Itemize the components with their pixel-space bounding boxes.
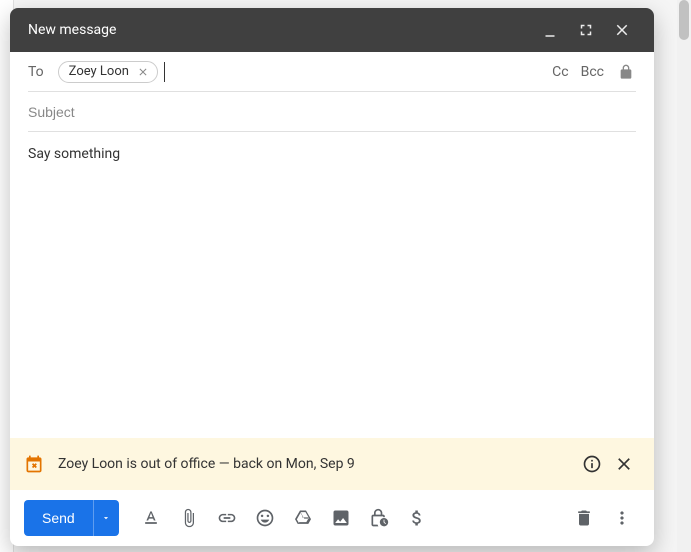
compose-window: New message To Zoey Loon Cc Bcc [10,8,654,546]
insert-link-button[interactable] [209,500,245,536]
link-icon [217,508,237,528]
titlebar: New message [10,8,654,52]
text-format-icon [141,508,161,528]
subject-field-row[interactable] [28,92,636,132]
body-text: Say something [28,146,120,162]
out-of-office-banner: Zoey Loon is out of office — back on Mon… [10,438,654,490]
minimize-button[interactable] [532,12,568,48]
chip-remove-button[interactable] [135,64,151,80]
scrollbar-thumb[interactable] [679,0,689,40]
attach-file-button[interactable] [171,500,207,536]
to-field-row[interactable]: To Zoey Loon Cc Bcc [28,52,636,92]
recipient-chip[interactable]: Zoey Loon [58,61,158,83]
more-vert-icon [612,508,632,528]
banner-text: Zoey Loon is out of office — back on Mon… [58,456,576,472]
fullscreen-button[interactable] [568,12,604,48]
emoji-icon [255,508,275,528]
subject-input[interactable] [28,100,636,124]
close-icon [613,21,631,39]
compose-toolbar: Send [10,490,654,546]
discard-draft-button[interactable] [566,500,602,536]
chevron-down-icon [101,513,111,523]
confidential-mode-toggle[interactable] [361,500,397,536]
send-button[interactable]: Send [24,500,93,536]
request-payment-button[interactable] [399,500,435,536]
more-options-button[interactable] [604,500,640,536]
header-fields: To Zoey Loon Cc Bcc [10,52,654,132]
trash-icon [574,508,594,528]
info-icon [582,454,602,474]
cc-button[interactable]: Cc [552,64,568,80]
window-title: New message [28,22,532,38]
attachment-icon [179,508,199,528]
fullscreen-icon [577,21,595,39]
bcc-button[interactable]: Bcc [581,64,604,80]
drive-icon [293,508,313,528]
close-icon [614,454,634,474]
lock-clock-icon [369,508,389,528]
send-button-group: Send [24,500,119,536]
image-icon [331,508,351,528]
close-button[interactable] [604,12,640,48]
lock-icon [618,64,634,80]
formatting-button[interactable] [133,500,169,536]
message-body[interactable]: Say something [10,132,654,438]
to-label: To [28,64,44,80]
insert-drive-button[interactable] [285,500,321,536]
calendar-busy-icon [24,454,44,474]
minimize-icon [541,21,559,39]
insert-emoji-button[interactable] [247,500,283,536]
to-input[interactable] [164,62,166,82]
chip-name: Zoey Loon [69,64,129,79]
confidential-mode-button[interactable] [616,64,636,80]
send-options-button[interactable] [93,500,119,536]
close-icon [137,66,149,78]
insert-photo-button[interactable] [323,500,359,536]
banner-info-button[interactable] [576,448,608,480]
banner-dismiss-button[interactable] [608,448,640,480]
page-scrollbar[interactable] [677,0,691,552]
dollar-icon [407,508,427,528]
